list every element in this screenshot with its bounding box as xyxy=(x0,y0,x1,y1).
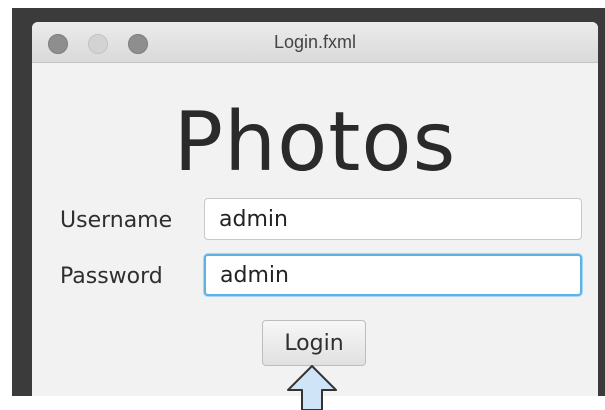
username-input[interactable] xyxy=(204,198,582,240)
up-arrow-icon xyxy=(287,365,337,410)
password-input[interactable] xyxy=(204,254,582,296)
window-titlebar[interactable]: Login.fxml xyxy=(32,22,598,63)
app-title: Photos xyxy=(173,95,457,190)
window-title: Login.fxml xyxy=(273,32,357,52)
password-label: Password xyxy=(60,264,163,289)
username-label: Username xyxy=(60,208,173,233)
login-button[interactable]: Login xyxy=(262,320,366,366)
login-window: Login.fxml Photos Username Password Logi… xyxy=(32,22,598,396)
